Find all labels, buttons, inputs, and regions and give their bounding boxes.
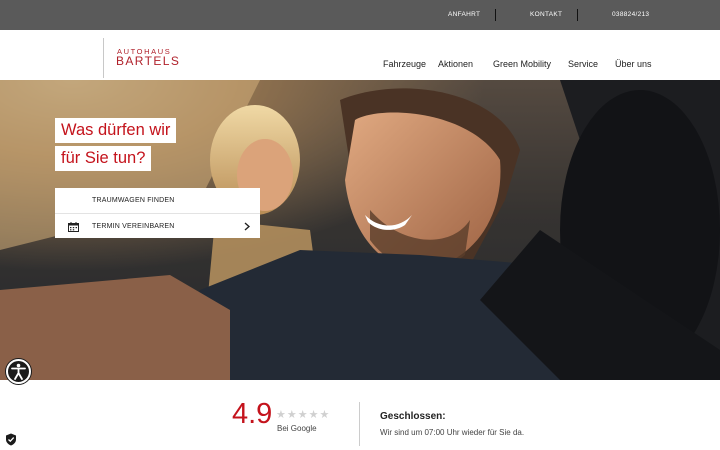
star-icon: ★	[319, 409, 331, 421]
accessibility-button[interactable]	[6, 359, 31, 384]
star-icon: ★	[286, 409, 298, 421]
chevron-right-icon	[244, 222, 250, 231]
headline-line-1: Was dürfen wir	[55, 118, 177, 143]
divider	[495, 9, 496, 21]
accessibility-icon	[11, 363, 26, 380]
rating-source[interactable]: Bei Google	[277, 424, 317, 433]
nav-ueber-uns[interactable]: Über uns	[615, 59, 652, 69]
top-bar: ANFAHRT KONTAKT 038824/213	[0, 0, 720, 30]
menu-item-label: TERMIN VEREINBAREN	[92, 223, 175, 230]
nav-fahrzeuge[interactable]: Fahrzeuge	[383, 59, 426, 69]
menu-traumwagen-finden[interactable]: TRAUMWAGEN FINDEN	[55, 188, 260, 213]
opening-status-text: Wir sind um 07:00 Uhr wieder für Sie da.	[380, 428, 525, 437]
nav-aktionen[interactable]: Aktionen	[438, 59, 473, 69]
hero-quick-menu: TRAUMWAGEN FINDEN TERMIN VEREINBAREN	[55, 188, 260, 238]
star-icon: ★	[276, 409, 287, 421]
nav-service[interactable]: Service	[568, 59, 598, 69]
star-icon: ★	[297, 409, 309, 421]
link-anfahrt[interactable]: ANFAHRT	[448, 11, 480, 18]
logo-text-bottom[interactable]: BARTELS	[116, 54, 180, 68]
menu-termin-vereinbaren[interactable]: TERMIN VEREINBAREN	[55, 213, 260, 238]
menu-item-label: TRAUMWAGEN FINDEN	[92, 197, 175, 204]
star-icon: ★	[308, 409, 320, 421]
divider	[359, 402, 360, 446]
site-header	[0, 30, 720, 80]
opening-status-title: Geschlossen:	[380, 411, 446, 422]
link-kontakt[interactable]: KONTAKT	[530, 11, 562, 18]
privacy-shield-icon[interactable]	[5, 433, 17, 446]
headline-line-2: für Sie tun?	[55, 146, 152, 171]
divider	[577, 9, 578, 21]
rating-score: 4.9	[232, 398, 273, 430]
phone-link[interactable]: 038824/213	[612, 11, 649, 18]
nav-green-mobility[interactable]: Green Mobility	[493, 59, 551, 69]
rating-stars: ★★★★★	[276, 408, 330, 421]
hero-headline: Was dürfen wir für Sie tun?	[55, 118, 177, 174]
calendar-icon	[68, 222, 79, 232]
logo-divider	[103, 38, 104, 78]
